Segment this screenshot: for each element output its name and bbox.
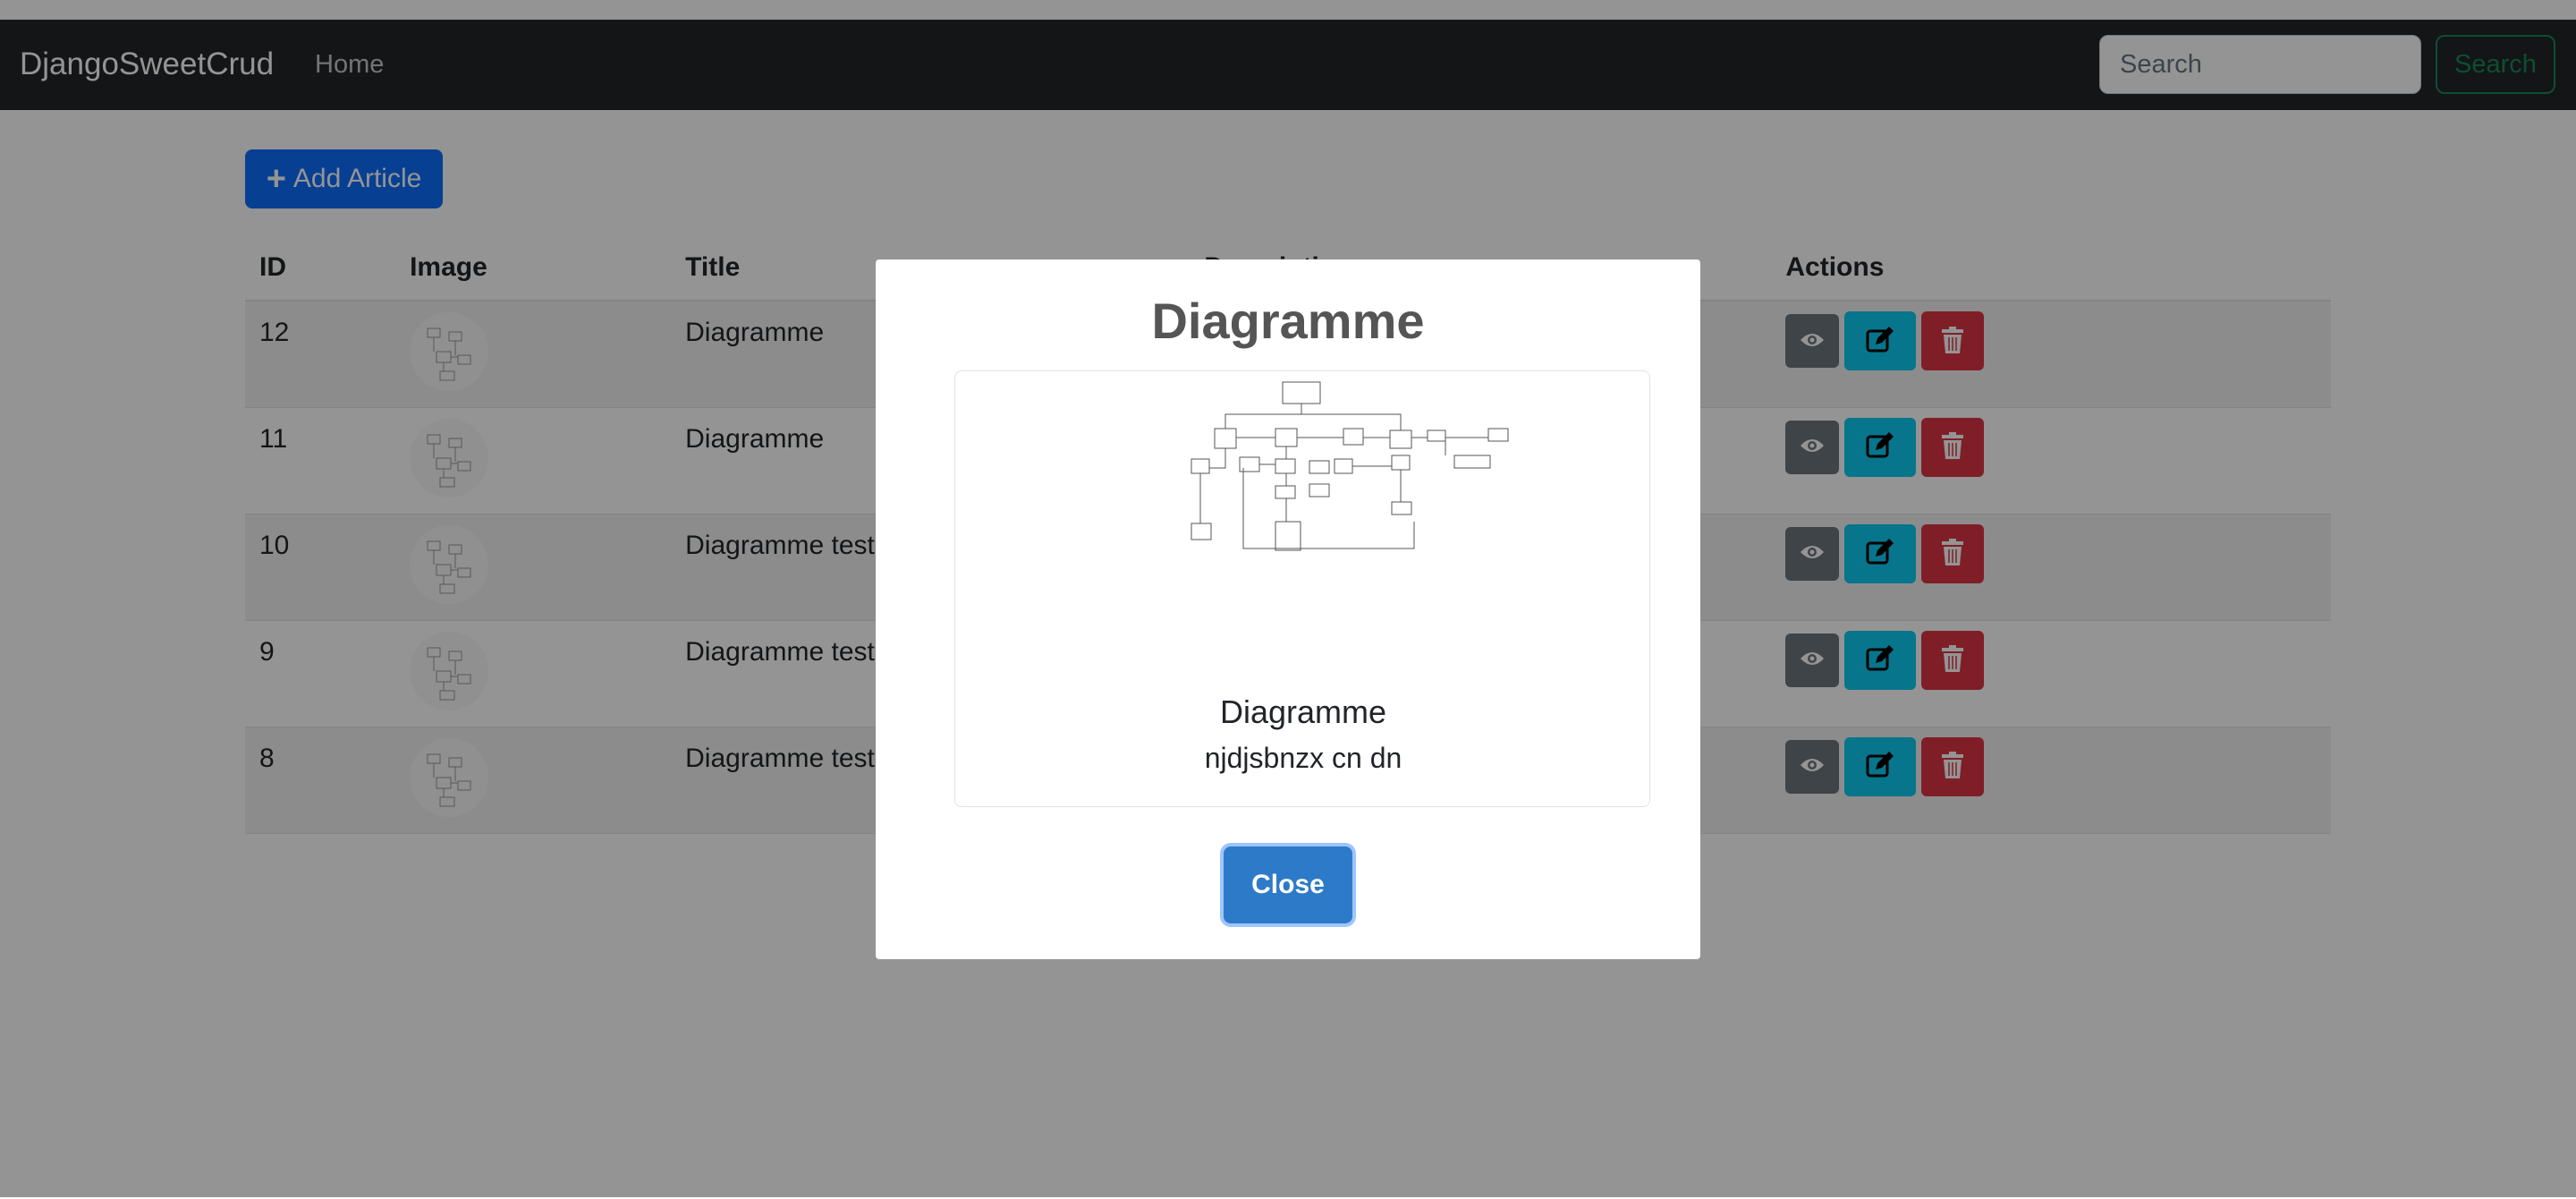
card-title: Diagramme bbox=[1219, 693, 1387, 730]
article-modal: Diagramme Diagramme njdjsbnzx cn dn Clos… bbox=[876, 259, 1700, 959]
modal-title: Diagramme bbox=[1151, 293, 1425, 349]
close-button[interactable]: Close bbox=[1224, 846, 1352, 923]
article-card: Diagramme njdjsbnzx cn dn bbox=[954, 370, 1650, 807]
card-text: njdjsbnzx cn dn bbox=[1204, 742, 1402, 774]
article-image bbox=[1191, 381, 1509, 551]
